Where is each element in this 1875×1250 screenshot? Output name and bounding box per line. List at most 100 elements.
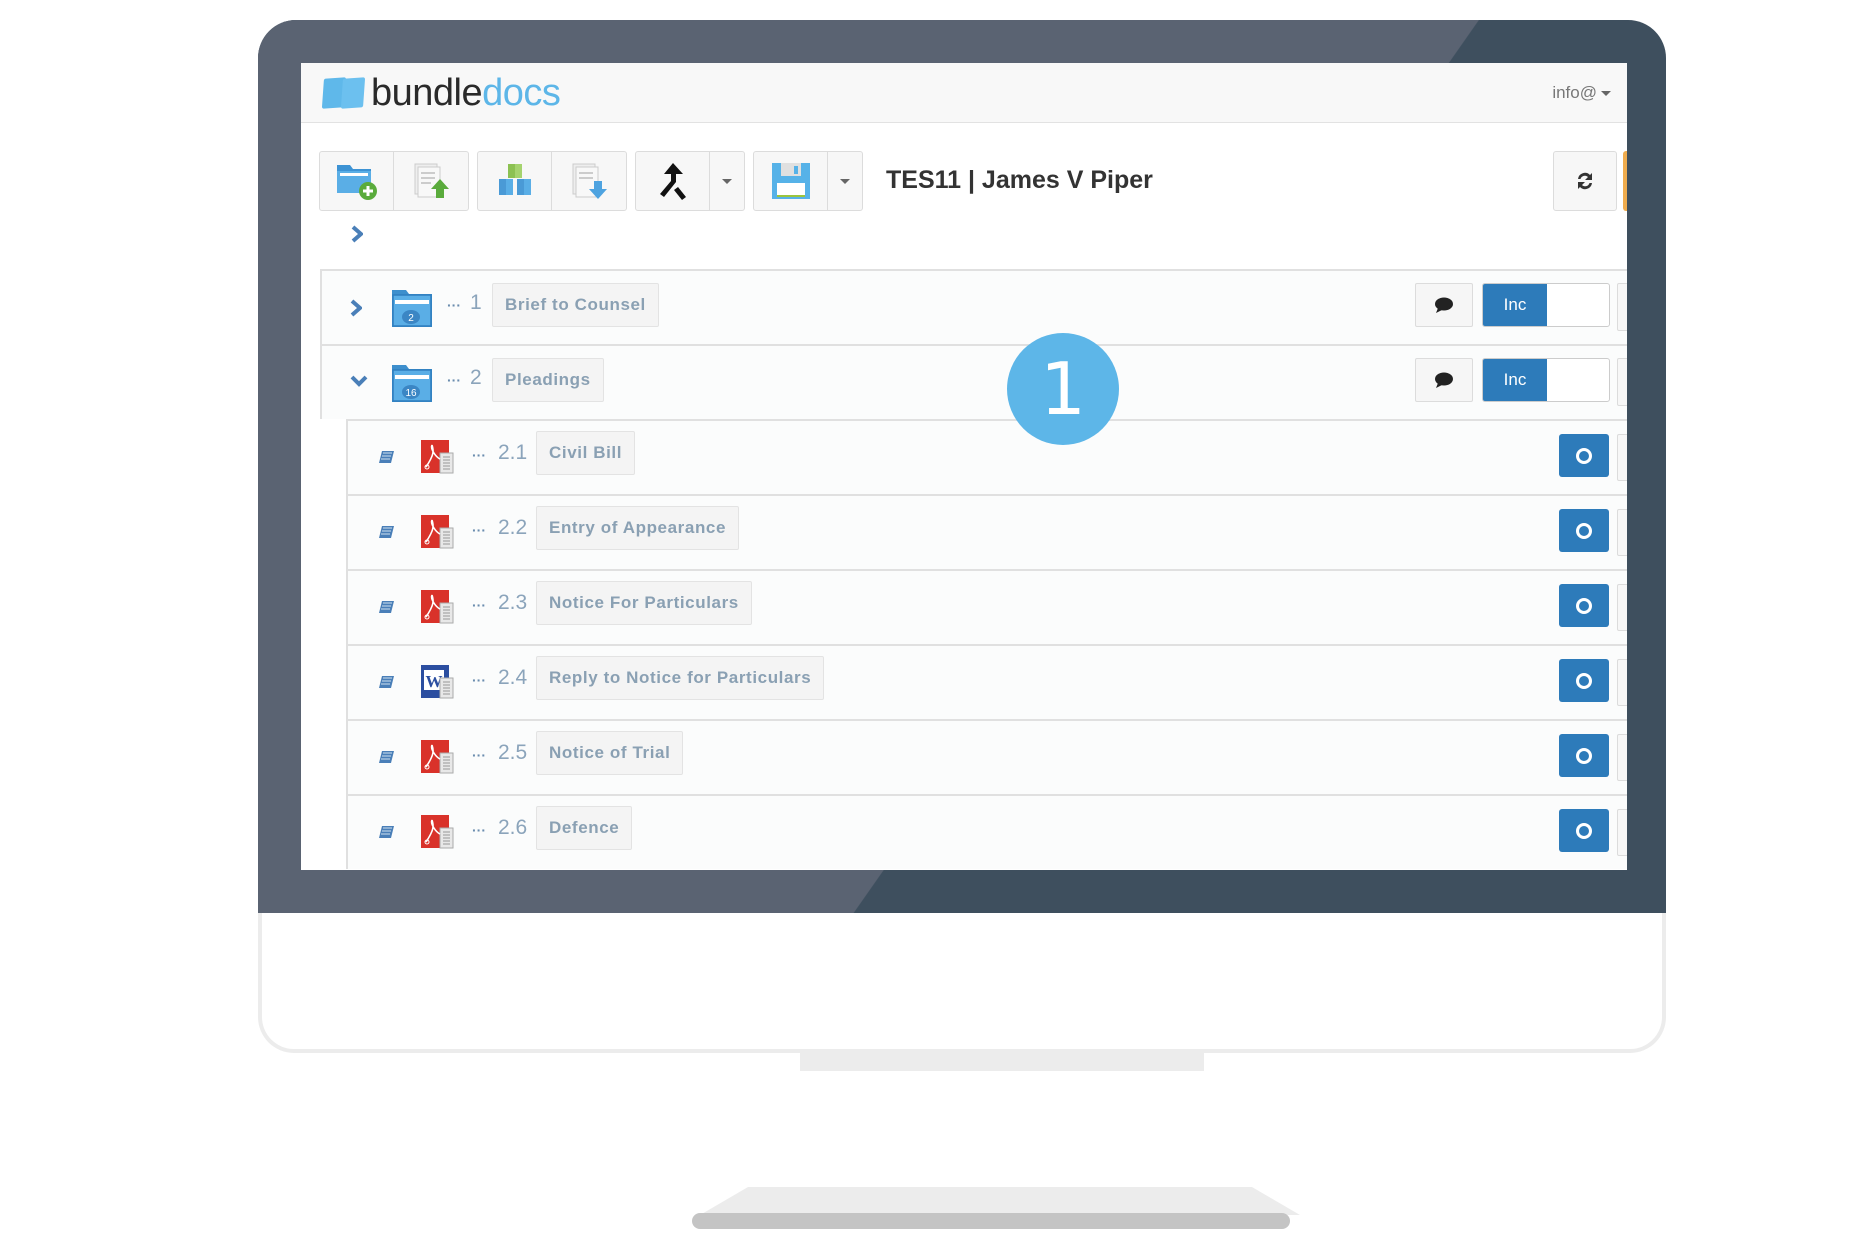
comment-button[interactable] [1415, 283, 1473, 327]
document-title: TES11 | James V Piper [886, 166, 1153, 194]
comment-button[interactable] [1415, 358, 1473, 402]
toolbar-group-save [753, 151, 863, 211]
comment-icon [1435, 297, 1453, 313]
document-title[interactable]: Notice For Particulars [536, 581, 752, 625]
caret-down-icon [722, 178, 732, 184]
bookmark-icon[interactable] [378, 749, 396, 770]
section-title[interactable]: Brief to Counsel [492, 283, 659, 327]
select-document-button[interactable] [1559, 584, 1609, 627]
drag-handle[interactable]: ··· [472, 522, 486, 538]
download-document-button[interactable] [552, 152, 626, 210]
edit-document-button[interactable] [1617, 584, 1627, 631]
toolbar-group-add [319, 151, 469, 211]
select-document-button[interactable] [1559, 734, 1609, 777]
document-title[interactable]: Defence [536, 806, 633, 850]
chevron-down-icon [350, 375, 368, 387]
section-title[interactable]: Pleadings [492, 358, 604, 402]
radio-circle-icon [1576, 447, 1592, 464]
user-menu-label: info@ [1552, 83, 1597, 102]
caret-down-icon [1601, 90, 1611, 96]
merge-dropdown-button[interactable] [710, 152, 744, 210]
include-toggle-label: Inc [1483, 284, 1547, 326]
document-number: 2.5 [498, 741, 528, 764]
drag-handle[interactable]: ··· [472, 822, 486, 838]
drag-handle[interactable]: ··· [472, 447, 486, 463]
save-button[interactable] [754, 152, 828, 210]
select-document-button[interactable] [1559, 659, 1609, 702]
logo-text: bundledocs [371, 72, 561, 114]
svg-text:16: 16 [405, 388, 417, 399]
edit-folder-button[interactable] [1617, 283, 1627, 331]
edit-document-button[interactable] [1617, 734, 1627, 781]
drag-handle[interactable]: ··· [447, 372, 461, 388]
expand-toggle[interactable] [350, 374, 368, 392]
refresh-button[interactable] [1553, 151, 1617, 211]
document-number: 2.4 [498, 666, 528, 689]
svg-text:2: 2 [408, 313, 414, 324]
toolbar-group-build [477, 151, 627, 211]
select-document-button[interactable] [1559, 809, 1609, 852]
section-row: 16 ··· 2 Pleadings Inc [320, 344, 1627, 419]
document-row: ··· 2.6 Defence [346, 794, 1627, 869]
bookmark-icon[interactable] [378, 524, 396, 545]
bookmark-icon[interactable] [378, 599, 396, 620]
merge-button[interactable] [636, 152, 710, 210]
radio-circle-icon [1576, 672, 1592, 689]
section-number: 1 [470, 291, 482, 314]
document-number: 2.1 [498, 441, 528, 464]
folder-icon[interactable]: 2 [390, 287, 434, 334]
build-bundle-button[interactable] [478, 152, 552, 210]
drag-handle[interactable]: ··· [472, 747, 486, 763]
comment-icon [1435, 372, 1453, 388]
folder-icon[interactable]: 16 [390, 362, 434, 409]
document-number: 2.6 [498, 816, 528, 839]
edit-document-button[interactable] [1617, 434, 1627, 481]
document-row: ··· 2.3 Notice For Particulars [346, 569, 1627, 644]
merge-icon [659, 163, 686, 200]
step-badge: 1 [1007, 333, 1119, 445]
bundledocs-logo[interactable]: bundledocs [321, 72, 561, 114]
pdf-file-icon [420, 739, 454, 780]
include-toggle[interactable]: Inc [1482, 358, 1610, 402]
help-button[interactable]: ? [1623, 151, 1627, 211]
pdf-file-icon [420, 514, 454, 555]
select-document-button[interactable] [1559, 434, 1609, 477]
include-toggle[interactable]: Inc [1482, 283, 1610, 327]
floppy-disk-icon [771, 163, 810, 199]
drag-handle[interactable]: ··· [447, 297, 461, 313]
bookmark-icon[interactable] [378, 449, 396, 470]
edit-document-button[interactable] [1617, 659, 1627, 706]
document-row: W ··· 2.4 Reply to Notice for Particular… [346, 644, 1627, 719]
select-document-button[interactable] [1559, 509, 1609, 552]
radio-circle-icon [1576, 747, 1592, 764]
document-row: ··· 2.5 Notice of Trial [346, 719, 1627, 794]
pdf-file-icon [420, 589, 454, 630]
edit-folder-button[interactable] [1617, 358, 1627, 406]
document-download-icon [572, 163, 607, 199]
monitor-base [700, 1187, 1300, 1215]
document-title[interactable]: Entry of Appearance [536, 506, 740, 550]
add-folder-button[interactable] [320, 152, 394, 210]
pdf-file-icon [420, 439, 454, 480]
edit-document-button[interactable] [1617, 509, 1627, 556]
document-title[interactable]: Notice of Trial [536, 731, 684, 775]
chevron-right-icon [351, 225, 365, 243]
upload-document-button[interactable] [394, 152, 468, 210]
edit-document-button[interactable] [1617, 809, 1627, 856]
chevron-right-icon [350, 299, 364, 317]
document-number: 2.2 [498, 516, 528, 539]
expand-toggle[interactable] [350, 299, 364, 322]
cubes-icon [498, 164, 531, 195]
section-number: 2 [470, 366, 482, 389]
bookmark-icon[interactable] [378, 674, 396, 695]
document-row: ··· 2.2 Entry of Appearance [346, 494, 1627, 569]
section-row: 2 ··· 1 Brief to Counsel Inc [320, 269, 1627, 344]
save-dropdown-button[interactable] [828, 152, 862, 210]
breadcrumb-root[interactable] [351, 225, 365, 248]
drag-handle[interactable]: ··· [472, 597, 486, 613]
user-menu[interactable]: info@ [1552, 83, 1611, 103]
bookmark-icon[interactable] [378, 824, 396, 845]
document-title[interactable]: Reply to Notice for Particulars [536, 656, 825, 700]
drag-handle[interactable]: ··· [472, 672, 486, 688]
document-title[interactable]: Civil Bill [536, 431, 636, 475]
